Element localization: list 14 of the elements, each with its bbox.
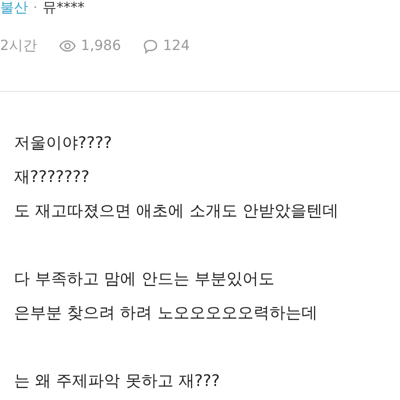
post-text-line: 다 부족하고 맘에 안드는 부분있어도 xyxy=(14,268,276,290)
post-text-line: 재??????? xyxy=(14,166,90,188)
author-name: 뮤**** xyxy=(42,0,84,17)
post-text-line: 도 재고따졌으면 애초에 소개도 안받았을텐데 xyxy=(14,200,340,222)
post-text-line: 저울이야???? xyxy=(14,132,113,154)
eye-icon xyxy=(58,40,76,52)
post-text-line: 는 왜 주제파악 못하고 재??? xyxy=(14,370,221,392)
post-text-line: 은부분 찾으려 하려 노오오오오오력하는데 xyxy=(14,302,318,324)
board-link[interactable]: 불산 xyxy=(0,0,28,17)
separator-dot: · xyxy=(33,0,38,16)
comment-icon xyxy=(143,38,158,54)
post-time: 2시간 xyxy=(0,37,37,55)
comment-count: 124 xyxy=(163,38,190,54)
view-count: 1,986 xyxy=(80,38,122,54)
